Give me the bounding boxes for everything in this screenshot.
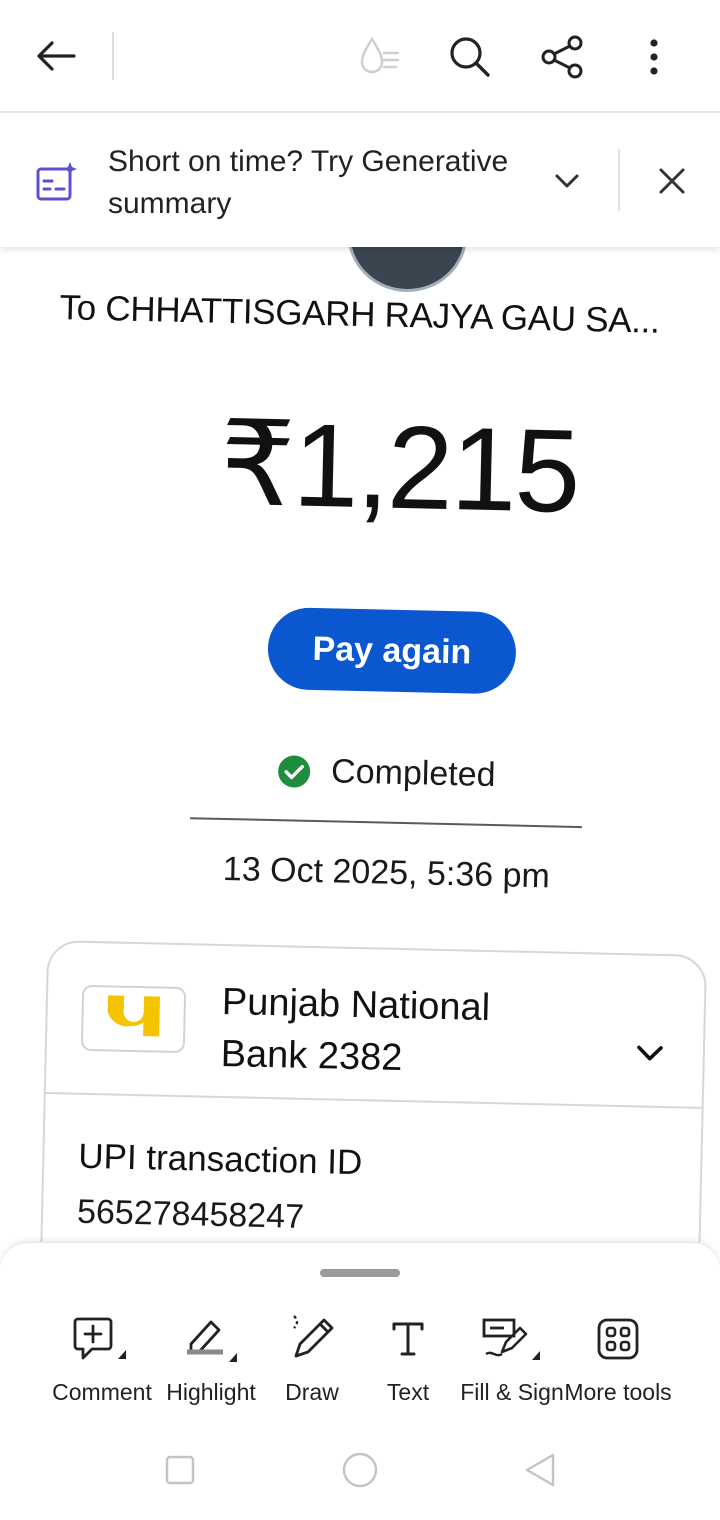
upi-transaction-label: UPI transaction ID (77, 1136, 363, 1183)
back-triangle-icon[interactable] (515, 1445, 565, 1495)
close-icon[interactable] (648, 157, 696, 205)
comment-icon (46, 1313, 158, 1365)
status-divider (190, 817, 582, 829)
payment-status: Completed (277, 751, 496, 795)
banner-divider (618, 149, 620, 211)
bank-name: Punjab National Bank 2382 (220, 980, 491, 1080)
status-label: Completed (330, 752, 496, 795)
transaction-timestamp: 13 Oct 2025, 5:36 pm (222, 849, 551, 896)
pnb-logo (80, 984, 187, 1054)
text-icon (352, 1313, 464, 1365)
tool-fill-sign[interactable]: Fill & Sign (456, 1313, 568, 1406)
generative-summary-banner[interactable]: Short on time? Try Generative summary (0, 115, 720, 247)
recents-square-icon[interactable] (155, 1445, 205, 1495)
more-vertical-icon[interactable] (628, 30, 680, 84)
search-icon[interactable] (442, 30, 498, 84)
more-tools-icon (562, 1313, 674, 1365)
recipient-name: To CHHATTISGARH RAJYA GAU SA... (59, 288, 660, 341)
system-nav-bar (0, 1433, 720, 1513)
card-divider (45, 1091, 702, 1109)
document-page[interactable]: To CHHATTISGARH RAJYA GAU SA... ₹1,215 P… (0, 247, 720, 1242)
tool-label: Comment (52, 1379, 152, 1405)
upi-transaction-id: 565278458247 (76, 1192, 305, 1236)
tool-label: Highlight (166, 1379, 256, 1405)
chevron-down-icon (634, 1043, 665, 1074)
tool-label: Fill & Sign (460, 1379, 564, 1405)
drag-handle[interactable] (320, 1269, 400, 1277)
tool-label: Text (386, 1379, 430, 1405)
payment-amount: ₹1,215 (218, 397, 580, 538)
check-circle-icon (278, 755, 311, 788)
fill-sign-icon (456, 1313, 568, 1365)
tools-sheet: Comment Highlight Draw Text Fill & Sign … (0, 1242, 720, 1520)
avatar (346, 247, 469, 294)
top-toolbar (0, 0, 720, 113)
generative-summary-icon (34, 159, 80, 205)
tool-more-tools[interactable]: More tools (562, 1313, 674, 1406)
tool-comment[interactable]: Comment (46, 1313, 158, 1406)
bank-card: Punjab National Bank 2382 UPI transactio… (39, 939, 708, 1242)
tool-text[interactable]: Text (352, 1313, 464, 1406)
highlight-icon (155, 1313, 267, 1365)
back-arrow-icon[interactable] (26, 28, 86, 84)
liquid-mode-icon[interactable] (350, 30, 410, 84)
chevron-down-icon[interactable] (544, 159, 590, 203)
pay-again-button: Pay again (267, 606, 517, 695)
toolbar-divider (112, 32, 114, 80)
home-circle-icon[interactable] (335, 1445, 385, 1495)
banner-text[interactable]: Short on time? Try Generative summary (108, 141, 548, 225)
share-icon[interactable] (534, 30, 590, 84)
tool-highlight[interactable]: Highlight (155, 1313, 267, 1406)
tool-label: More tools (564, 1379, 672, 1405)
